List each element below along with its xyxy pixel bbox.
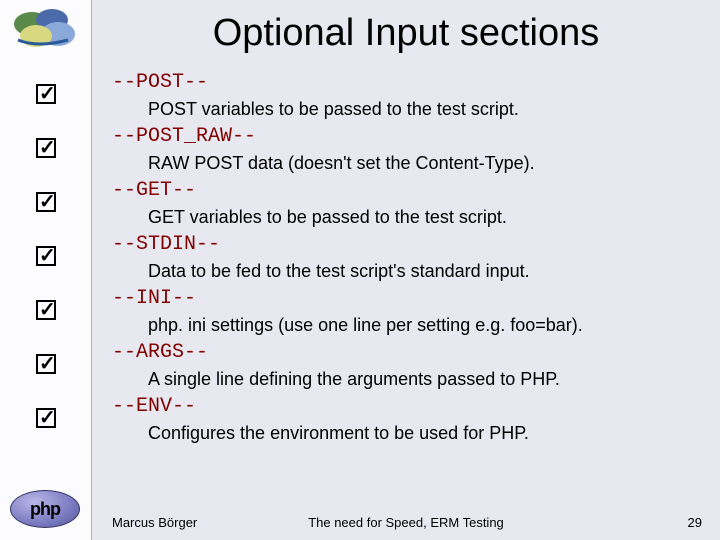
section-row: --ARGS-- A single line defining the argu… xyxy=(112,339,702,392)
section-body: Configures the environment to be used fo… xyxy=(112,420,702,446)
checkbox-icon xyxy=(36,84,56,104)
checkbox-icon xyxy=(36,300,56,320)
check-item xyxy=(0,352,92,406)
section-row: --ENV-- Configures the environment to be… xyxy=(112,393,702,446)
section-body: POST variables to be passed to the test … xyxy=(112,96,702,122)
check-item xyxy=(0,406,92,460)
check-item xyxy=(0,136,92,190)
php-logo-icon: php xyxy=(10,490,80,530)
checkbox-icon xyxy=(36,408,56,428)
section-row: --INI-- php. ini settings (use one line … xyxy=(112,285,702,338)
section-body: php. ini settings (use one line per sett… xyxy=(112,312,702,338)
corner-logo-icon xyxy=(8,4,82,54)
checkmark-column xyxy=(0,82,92,460)
php-logo-text: php xyxy=(30,499,60,520)
main-area: Optional Input sections --POST-- POST va… xyxy=(92,0,720,540)
section-header: --POST-- xyxy=(112,69,702,96)
section-header: --INI-- xyxy=(112,285,702,312)
checkbox-icon xyxy=(36,354,56,374)
sidebar: php xyxy=(0,0,92,540)
content-area: --POST-- POST variables to be passed to … xyxy=(92,65,720,446)
section-body: GET variables to be passed to the test s… xyxy=(112,204,702,230)
slide-title: Optional Input sections xyxy=(92,0,720,65)
checkbox-icon xyxy=(36,138,56,158)
check-item xyxy=(0,190,92,244)
section-header: --ENV-- xyxy=(112,393,702,420)
checkbox-icon xyxy=(36,246,56,266)
footer: Marcus Börger The need for Speed, ERM Te… xyxy=(92,510,720,534)
section-header: --STDIN-- xyxy=(112,231,702,258)
section-row: --POST-- POST variables to be passed to … xyxy=(112,69,702,122)
footer-title: The need for Speed, ERM Testing xyxy=(92,515,720,530)
section-header: --ARGS-- xyxy=(112,339,702,366)
check-item xyxy=(0,82,92,136)
section-row: --POST_RAW-- RAW POST data (doesn't set … xyxy=(112,123,702,176)
footer-page-number: 29 xyxy=(688,515,702,530)
section-body: Data to be fed to the test script's stan… xyxy=(112,258,702,284)
checkbox-icon xyxy=(36,192,56,212)
check-item xyxy=(0,298,92,352)
check-item xyxy=(0,244,92,298)
section-row: --GET-- GET variables to be passed to th… xyxy=(112,177,702,230)
section-row: --STDIN-- Data to be fed to the test scr… xyxy=(112,231,702,284)
section-header: --GET-- xyxy=(112,177,702,204)
section-header: --POST_RAW-- xyxy=(112,123,702,150)
section-body: RAW POST data (doesn't set the Content-T… xyxy=(112,150,702,176)
section-body: A single line defining the arguments pas… xyxy=(112,366,702,392)
